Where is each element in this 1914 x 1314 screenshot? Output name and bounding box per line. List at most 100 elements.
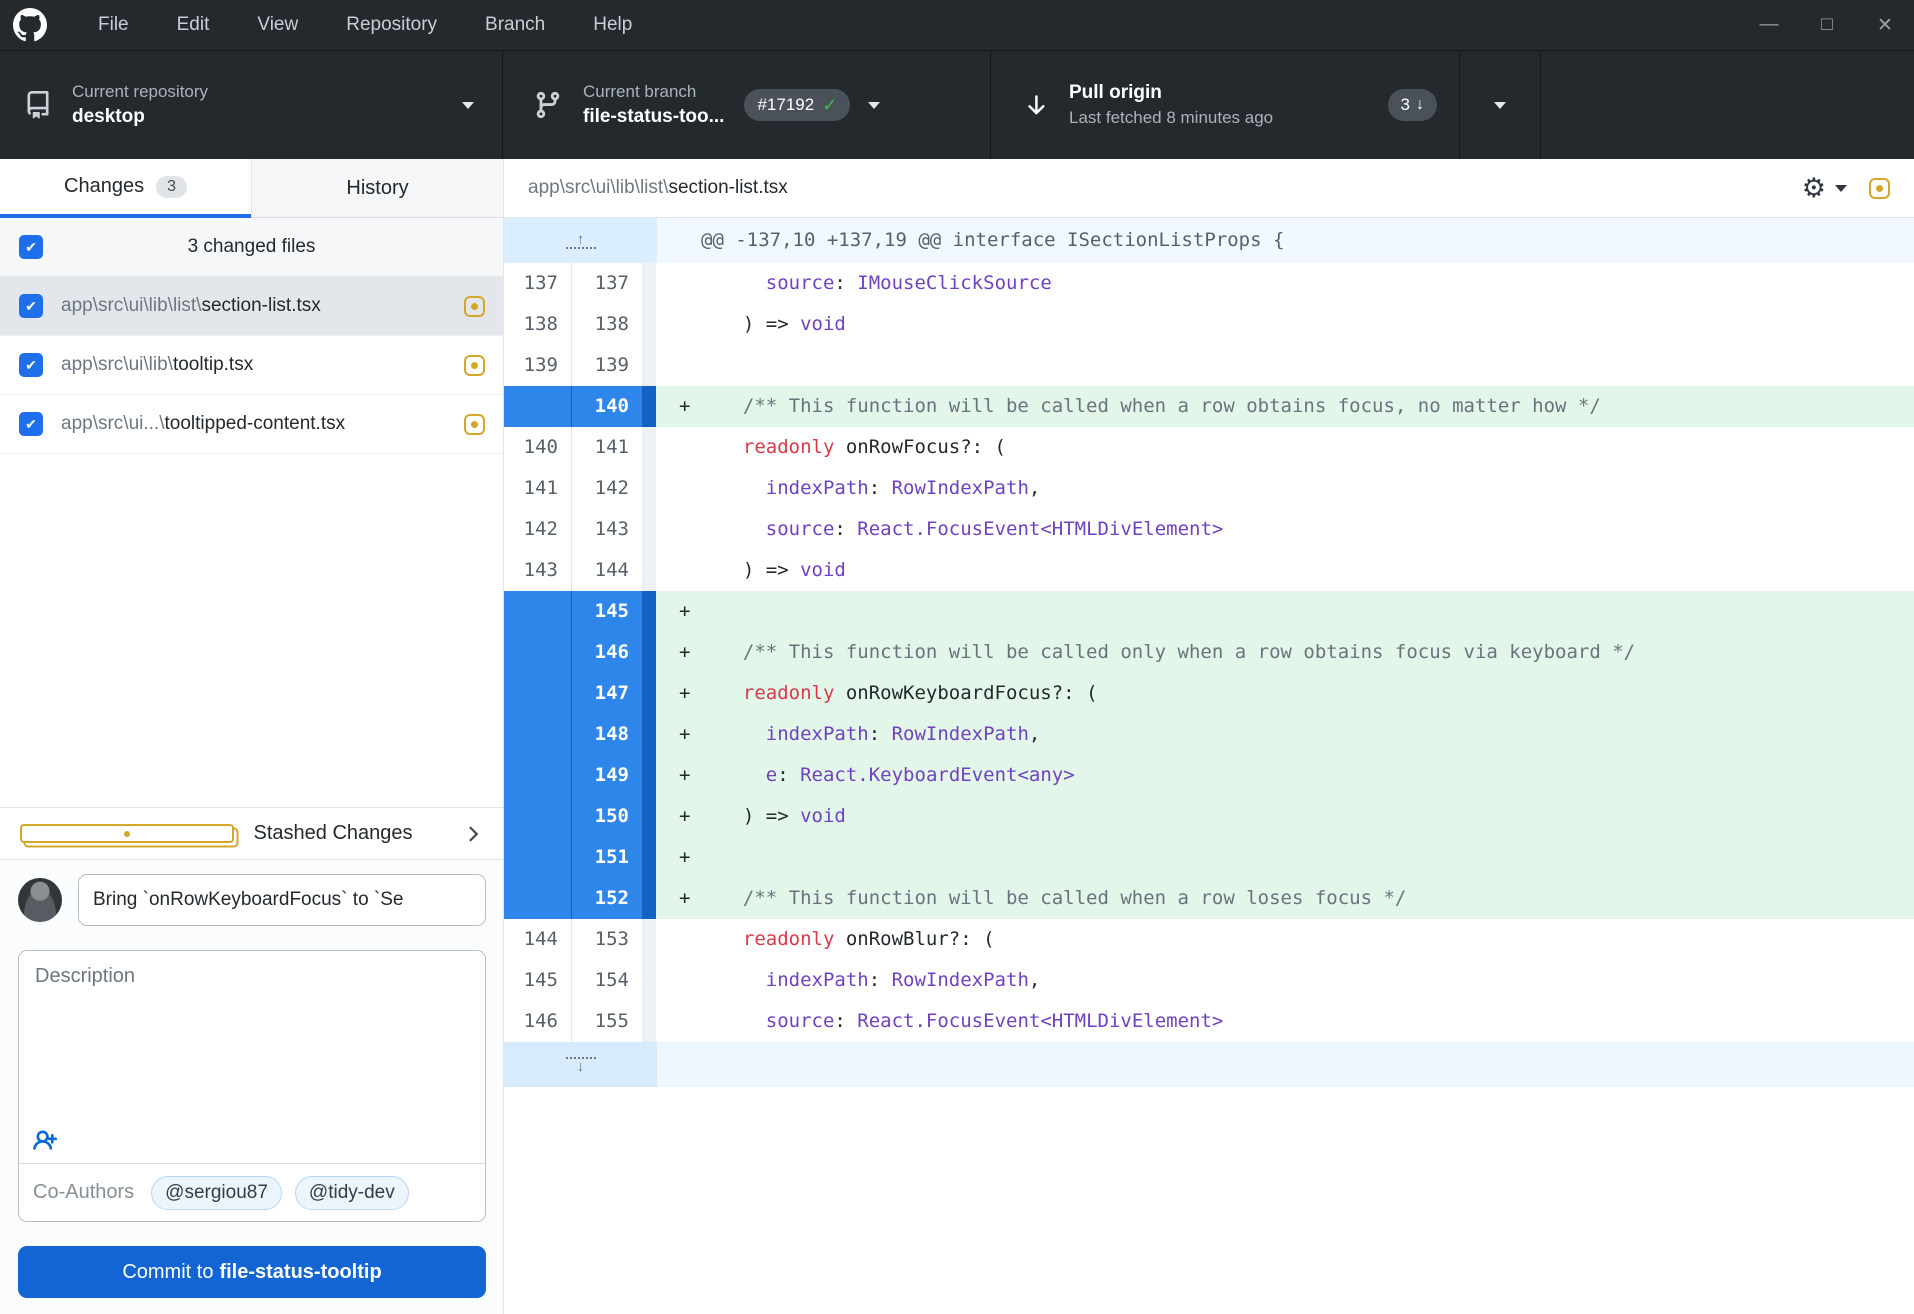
code-line: source: React.FocusEvent<HTMLDivElement> — [720, 509, 1914, 550]
current-repository-button[interactable]: Current repository desktop — [0, 51, 503, 159]
current-branch-label: Current branch — [583, 80, 724, 104]
diff-row[interactable]: 137137 source: IMouseClickSource — [504, 263, 1914, 304]
file-row[interactable]: ✔app\src\ui...\tooltipped-content.tsx — [0, 395, 503, 454]
new-line-number: 150 — [572, 796, 642, 837]
github-logo-icon — [12, 7, 48, 43]
file-checkbox[interactable]: ✔ — [19, 294, 43, 318]
maximize-button[interactable]: □ — [1798, 0, 1856, 50]
tab-history-label: History — [346, 177, 408, 200]
new-line-number: 141 — [572, 427, 642, 468]
current-branch-name: file-status-too... — [583, 104, 724, 130]
menu-item-branch[interactable]: Branch — [461, 0, 569, 50]
commit-description-input[interactable] — [19, 951, 485, 1119]
pull-origin-button[interactable]: Pull origin Last fetched 8 minutes ago 3… — [991, 51, 1460, 159]
diff-row[interactable]: 146+ /** This function will be called on… — [504, 632, 1914, 673]
diff-sign — [656, 345, 720, 386]
diff-row[interactable]: 142143 source: React.FocusEvent<HTMLDivE… — [504, 509, 1914, 550]
diff-rows: 137137 source: IMouseClickSource138138 )… — [504, 263, 1914, 1042]
sidebar: Changes 3 History ✔ 3 changed files ✔app… — [0, 159, 503, 1314]
commit-summary-input[interactable] — [78, 874, 486, 926]
diff-row[interactable]: 139139 — [504, 345, 1914, 386]
old-line-number — [504, 796, 572, 837]
diff-row[interactable]: 140141 readonly onRowFocus?: ( — [504, 427, 1914, 468]
file-row[interactable]: ✔app\src\ui\lib\list\section-list.tsx — [0, 277, 503, 336]
menu-item-file[interactable]: File — [74, 0, 153, 50]
diff-sign — [656, 919, 720, 960]
current-branch-button[interactable]: Current branch file-status-too... #17192… — [503, 51, 991, 159]
new-line-number: 147 — [572, 673, 642, 714]
diff-sign: + — [656, 837, 720, 878]
diff-row[interactable]: 138138 ) => void — [504, 304, 1914, 345]
expand-down-button[interactable]: ↓ — [566, 1057, 596, 1073]
changes-count-badge: 3 — [156, 176, 187, 198]
old-line-number: 143 — [504, 550, 572, 591]
diff-options-button[interactable]: ⚙ — [1802, 175, 1847, 202]
menu-item-edit[interactable]: Edit — [153, 0, 234, 50]
coauthor-pill[interactable]: @sergiou87 — [151, 1176, 282, 1210]
diff-row[interactable]: 152+ /** This function will be called wh… — [504, 878, 1914, 919]
menu-item-help[interactable]: Help — [569, 0, 656, 50]
file-row[interactable]: ✔app\src\ui\lib\tooltip.tsx — [0, 336, 503, 395]
old-line-number — [504, 837, 572, 878]
coauthors-label: Co-Authors — [33, 1181, 134, 1204]
new-line-number: 148 — [572, 714, 642, 755]
close-button[interactable]: ✕ — [1856, 0, 1914, 50]
diff-row[interactable]: 151+ — [504, 837, 1914, 878]
add-coauthor-icon[interactable] — [33, 1127, 61, 1155]
diff-row[interactable]: 143144 ) => void — [504, 550, 1914, 591]
commit-description-box: Co-Authors @sergiou87 @tidy-dev — [18, 950, 486, 1222]
old-line-number: 146 — [504, 1001, 572, 1042]
diff-row[interactable]: 144153 readonly onRowBlur?: ( — [504, 919, 1914, 960]
arrow-down-icon — [1023, 92, 1049, 118]
stashed-changes-row[interactable]: Stashed Changes — [0, 807, 503, 860]
menu-item-repository[interactable]: Repository — [322, 0, 461, 50]
file-checkbox[interactable]: ✔ — [19, 412, 43, 436]
tab-history[interactable]: History — [251, 159, 503, 218]
diff-row[interactable]: 147 + readonly onRowKeyboardFocus?: ( — [504, 673, 1914, 714]
pull-origin-subtitle: Last fetched 8 minutes ago — [1069, 106, 1273, 130]
code-line — [720, 837, 1914, 878]
diff-sign: + — [656, 878, 720, 919]
expand-up-button[interactable]: ↑ — [566, 233, 596, 249]
diff-row[interactable]: 145154 indexPath: RowIndexPath, — [504, 960, 1914, 1001]
diff-row[interactable]: 148+ indexPath: RowIndexPath, — [504, 714, 1914, 755]
file-path-prefix: app\src\ui\lib\ — [61, 354, 173, 375]
diff-row[interactable]: 150+ ) => void — [504, 796, 1914, 837]
code-line: readonly onRowBlur?: ( — [720, 919, 1914, 960]
minimize-button[interactable]: — — [1740, 0, 1798, 50]
diff-sign: + — [656, 796, 720, 837]
diff-row[interactable]: 145+ — [504, 591, 1914, 632]
new-line-number: 152 — [572, 878, 642, 919]
commit-button[interactable]: Commit to file-status-tooltip — [18, 1246, 486, 1298]
code-line: e: React.KeyboardEvent<any> — [720, 755, 1914, 796]
code-line: /** This function will be called when a … — [720, 386, 1914, 427]
old-line-number: 145 — [504, 960, 572, 1001]
arrow-down-icon: ↓ — [1416, 96, 1424, 114]
modified-icon — [464, 414, 485, 435]
coauthor-pill[interactable]: @tidy-dev — [295, 1176, 409, 1210]
old-line-number: 144 — [504, 919, 572, 960]
avatar — [18, 878, 62, 922]
select-all-checkbox[interactable]: ✔ — [19, 235, 43, 259]
diff-row[interactable]: 146155 source: React.FocusEvent<HTMLDivE… — [504, 1001, 1914, 1042]
diff-sign: + — [656, 673, 720, 714]
new-line-number: 139 — [572, 345, 642, 386]
diff-row[interactable]: 141142 indexPath: RowIndexPath, — [504, 468, 1914, 509]
old-line-number: 138 — [504, 304, 572, 345]
commit-button-branch: file-status-tooltip — [219, 1261, 381, 1284]
code-line: readonly onRowKeyboardFocus?: ( — [720, 673, 1914, 714]
diff-row[interactable]: 140+ /** This function will be called wh… — [504, 386, 1914, 427]
pull-options-button[interactable] — [1460, 51, 1541, 159]
file-checkbox[interactable]: ✔ — [19, 353, 43, 377]
stash-icon — [20, 824, 234, 843]
check-icon: ✓ — [822, 95, 837, 116]
diff-empty-area — [504, 1087, 1914, 1314]
menu-item-view[interactable]: View — [233, 0, 322, 50]
new-line-number: 149 — [572, 755, 642, 796]
code-line: indexPath: RowIndexPath, — [720, 468, 1914, 509]
expand-down-row: ↓ — [504, 1042, 1914, 1087]
tab-changes[interactable]: Changes 3 — [0, 159, 251, 218]
diff-row[interactable]: 149+ e: React.KeyboardEvent<any> — [504, 755, 1914, 796]
diff-sign — [656, 427, 720, 468]
diff-sign — [656, 960, 720, 1001]
